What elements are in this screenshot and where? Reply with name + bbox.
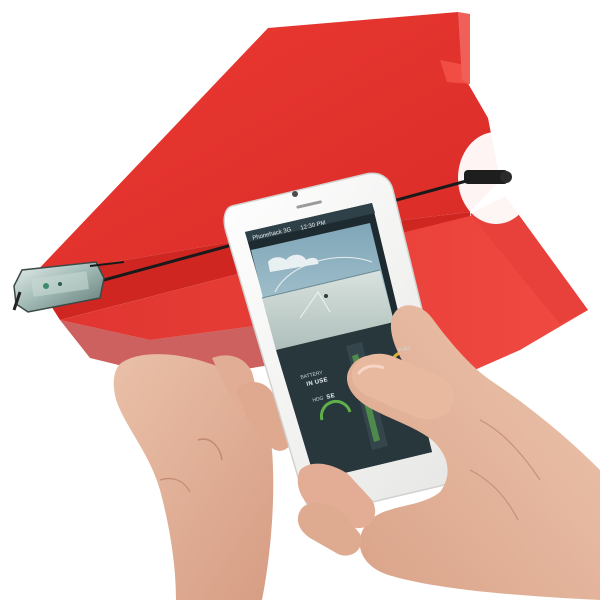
left-hand [113,354,293,600]
product-photo: Phonehack 3G 12:30 PM BATTERY IN USE HDG… [0,0,600,600]
plane-marker [324,294,328,298]
propeller-cap [500,171,512,183]
front-camera [292,191,298,197]
photo-illustration [12,12,600,600]
